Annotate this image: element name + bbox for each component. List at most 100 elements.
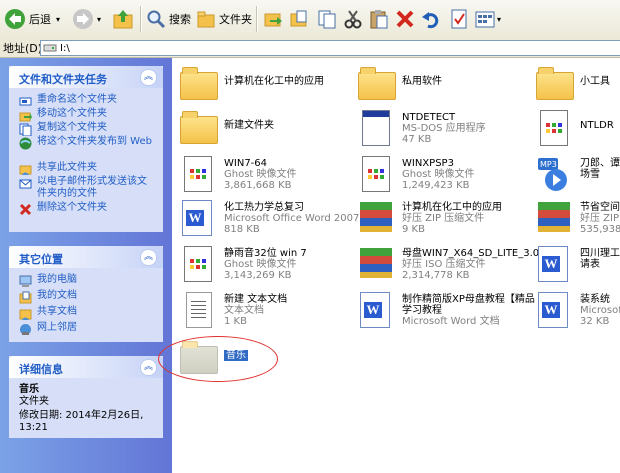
file-type: Ghost 映像文件 (224, 169, 297, 180)
place-shared-docs[interactable]: 共享文档 (19, 306, 77, 320)
file-item[interactable]: W 装系统Microsoft32 KB (534, 288, 620, 332)
task-copy[interactable]: 复制这个文件夹 (19, 122, 107, 136)
task-label: 共享此文件夹 (37, 162, 97, 173)
file-item[interactable]: NTLDR (534, 106, 620, 150)
file-text: 静雨音32位 win 7 Ghost 映像文件 3,143,269 KB (224, 248, 307, 281)
move-to-button[interactable] (262, 6, 284, 32)
file-item[interactable]: MP3 刀郎、谭 场雪 (534, 152, 620, 196)
file-item[interactable]: 新建 文本文档 文本文档 1 KB (178, 288, 348, 332)
collapse-icon[interactable]: ︽ (140, 249, 157, 266)
file-item[interactable]: 私用软件 (356, 62, 526, 106)
place-my-documents[interactable]: 我的文档 (19, 290, 77, 304)
chevron-down-icon[interactable]: ▾ (497, 15, 501, 24)
file-item[interactable]: 计算机在化工中的应用 (178, 62, 348, 106)
address-input[interactable]: I:\ (40, 40, 620, 56)
collapse-icon[interactable]: ︽ (140, 69, 157, 86)
file-item[interactable]: 小工具 (534, 62, 620, 106)
paste-icon (370, 10, 388, 29)
task-rename[interactable]: 重命名这个文件夹 (19, 94, 117, 108)
up-folder-button[interactable] (112, 6, 134, 32)
drive-icon (43, 44, 57, 52)
file-text: 节省空间好压 ZIP535,938 K (580, 202, 620, 235)
panel-header[interactable]: 详细信息 ︽ (9, 356, 163, 378)
word-doc-icon: W (534, 244, 574, 284)
back-label: 后退 (29, 13, 51, 26)
place-my-computer[interactable]: 我的电脑 (19, 274, 77, 288)
file-name: WIN7-64 (224, 158, 268, 169)
up-folder-icon (113, 10, 133, 29)
zip-archive-icon (356, 198, 396, 238)
move-icon (19, 112, 32, 122)
task-label: 移动这个文件夹 (37, 108, 107, 119)
task-delete[interactable]: 删除这个文件夹 (19, 202, 107, 216)
copy-to-button[interactable] (288, 6, 310, 32)
copy-button[interactable] (316, 6, 338, 32)
file-item[interactable]: W 化工热力学总复习 Microsoft Office Word 2007 ...… (178, 196, 372, 240)
file-name: 母盘WIN7_X64_SD_LITE_3.0 (402, 248, 540, 259)
copy-to-icon (290, 10, 307, 27)
file-name: 化工热力学总复习 (224, 202, 304, 213)
toolbar-separator (140, 6, 142, 32)
task-move[interactable]: 移动这个文件夹 (19, 108, 107, 122)
views-button[interactable]: ▾ (474, 6, 501, 32)
rename-icon (19, 97, 32, 106)
ghost-image-icon (178, 154, 218, 194)
task-label: 复制这个文件夹 (37, 122, 107, 133)
delete-x-icon (396, 10, 414, 28)
folder-icon (178, 108, 218, 148)
zip-archive-icon (534, 198, 574, 238)
panel-header[interactable]: 文件和文件夹任务 ︽ (9, 66, 163, 88)
file-item[interactable]: 计算机在化工中的应用 好压 ZIP 压缩文件 9 KB (356, 196, 526, 240)
undo-button[interactable] (420, 6, 442, 32)
file-item[interactable]: WINXPSP3 Ghost 映像文件 1,249,423 KB (356, 152, 526, 196)
publish-web-icon (19, 137, 32, 150)
system-file-icon (534, 108, 574, 148)
file-item[interactable]: 节省空间好压 ZIP535,938 K (534, 196, 620, 240)
paste-button[interactable] (368, 6, 390, 32)
chevron-down-icon[interactable]: ▾ (56, 15, 60, 24)
task-publish-web[interactable]: 将这个文件夹发布到 Web (19, 136, 155, 150)
collapse-icon[interactable]: ︽ (140, 359, 157, 376)
task-label: 以电子邮件形式发送该文件夹内的文件 (37, 176, 147, 199)
details-body: 音乐 文件夹 修改日期: 2014年2月26日, 13:21 (19, 384, 157, 434)
delete-button[interactable] (394, 6, 416, 32)
folders-icon (197, 11, 215, 28)
file-item[interactable]: NTDETECT MS-DOS 应用程序 47 KB (356, 106, 526, 150)
annotation-ellipse (158, 336, 278, 382)
panel-title: 详细信息 (19, 363, 63, 376)
file-name: 节省空间 (580, 202, 620, 213)
file-item[interactable]: 新建文件夹 (178, 106, 348, 150)
search-button[interactable]: 搜索 (146, 6, 191, 32)
file-size: 2,314,778 KB (402, 270, 470, 281)
properties-button[interactable] (448, 6, 470, 32)
folder-icon (178, 64, 218, 104)
task-share[interactable]: 共享此文件夹 (19, 162, 97, 176)
file-item[interactable]: 静雨音32位 win 7 Ghost 映像文件 3,143,269 KB (178, 242, 348, 286)
file-item[interactable]: W 四川理工 请表 (534, 242, 620, 286)
file-type: Microsoft (580, 305, 620, 316)
move-to-icon (264, 13, 282, 27)
file-item[interactable]: 母盘WIN7_X64_SD_LITE_3.0 好压 ISO 压缩文件 2,314,7… (356, 242, 539, 286)
place-label: 我的电脑 (37, 274, 77, 285)
task-email[interactable]: 以电子邮件形式发送该文件夹内的文件 (19, 176, 155, 200)
file-item[interactable]: W 制作精简版XP母盘教程【精品 学习教程 Microsoft Word 文档 (356, 288, 535, 332)
cut-button[interactable] (342, 6, 364, 32)
word-doc-icon: W (178, 198, 218, 238)
my-computer-icon (19, 275, 32, 287)
ghost-image-icon (356, 154, 396, 194)
back-button[interactable]: 后退 ▾ (4, 6, 60, 32)
place-network[interactable]: 网上邻居 (19, 322, 77, 336)
file-text: WIN7-64 Ghost 映像文件 3,861,668 KB (224, 158, 297, 191)
folders-button[interactable]: 文件夹 (196, 6, 252, 32)
search-label: 搜索 (169, 13, 191, 26)
place-label: 我的文档 (37, 290, 77, 301)
panel-header[interactable]: 其它位置 ︽ (9, 246, 163, 268)
file-item[interactable]: WIN7-64 Ghost 映像文件 3,861,668 KB (178, 152, 348, 196)
folder-icon (534, 64, 574, 104)
file-name: 刀郎、谭 (580, 158, 620, 169)
file-size: 1,249,423 KB (402, 180, 470, 191)
chevron-down-icon[interactable]: ▾ (97, 15, 101, 24)
details-modified: 修改日期: 2014年2月26日, 13:21 (19, 410, 144, 433)
forward-button[interactable]: ▾ (72, 6, 101, 32)
search-icon (147, 10, 166, 29)
